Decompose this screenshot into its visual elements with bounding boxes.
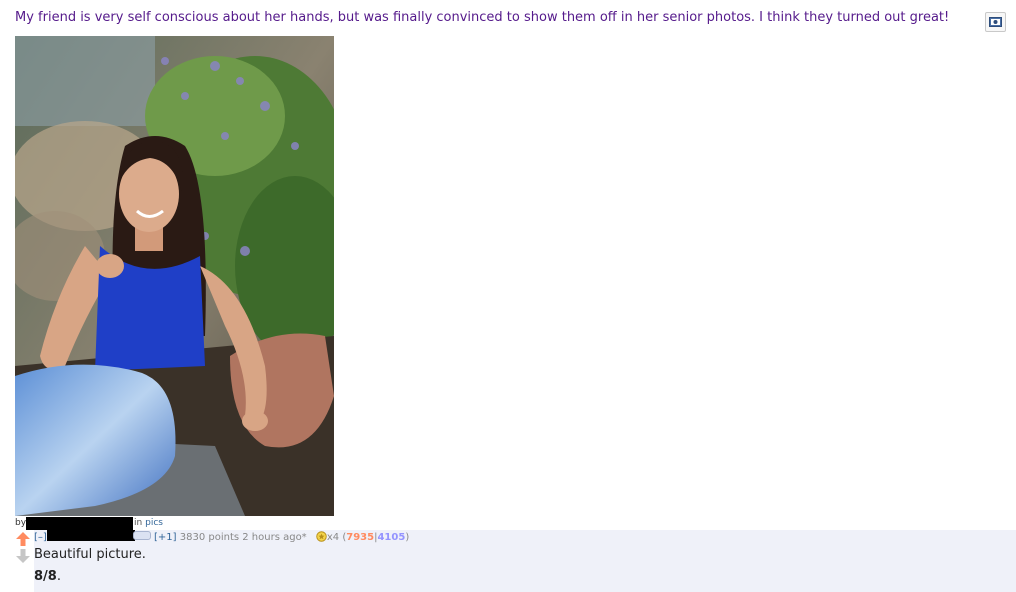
post-image[interactable] [15,36,334,516]
vote-close-paren: ) [405,532,410,543]
downvote-count: 4105 [377,532,406,543]
gild-count: x4 [326,532,340,543]
score-change: [+1] [154,532,177,543]
comment-points: 3830 points 2 hours ago* [179,532,307,543]
comment-bold-suffix: . [56,569,61,584]
redacted-username [26,517,134,530]
image-preview-icon [989,17,1002,27]
upvote-arrow-icon[interactable] [15,531,31,547]
byline-in-label: in [134,518,143,528]
post-title[interactable]: My friend is very self conscious about h… [15,9,980,27]
vote-breakdown: (7935|4105) [342,532,409,543]
comment-bold-text: 8/8 [34,569,57,584]
comment-text: Beautiful picture. [34,547,146,562]
redacted-comment-author [46,530,135,541]
comment-bold-line: 8/8. [34,568,146,586]
author-flair-icon [132,531,151,540]
subreddit-link[interactable]: pics [145,518,163,528]
downvote-arrow-icon[interactable] [15,548,31,564]
comment-body: Beautiful picture. 8/8. [34,546,146,586]
gilded-icon [316,531,327,542]
expando-button[interactable] [985,12,1006,32]
collapse-toggle[interactable]: [–] [34,532,47,543]
upvote-count: 7935 [346,532,375,543]
post-byline: by in pics [15,517,163,530]
byline-by-label: by [15,518,27,528]
comment-tagline: [–] [+1] 3830 points 2 hours ago* x4 (79… [34,530,409,543]
